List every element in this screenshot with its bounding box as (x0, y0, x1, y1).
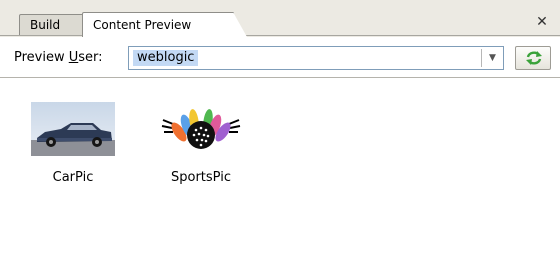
tab-content-preview[interactable]: Content Preview (82, 12, 247, 37)
content-preview-panel: Build Content Preview ✕ Preview User: we… (0, 0, 560, 280)
preview-user-label-pre: Preview (14, 50, 69, 65)
tab-strip: Build Content Preview ✕ (0, 0, 560, 38)
content-item-sportspic[interactable]: SportsPic (146, 102, 256, 185)
content-area: CarPic SportsPic (0, 78, 560, 280)
preview-user-value[interactable]: weblogic (133, 50, 199, 66)
close-icon[interactable]: ✕ (534, 14, 550, 30)
preview-user-label-mnemonic: U (68, 50, 79, 65)
tab-build[interactable]: Build (19, 14, 97, 36)
sportspic-label: SportsPic (171, 170, 231, 185)
content-item-carpic[interactable]: CarPic (18, 102, 128, 185)
preview-toolbar: Preview User: weblogic ▼ (0, 37, 560, 78)
refresh-icon (526, 51, 542, 65)
refresh-button[interactable] (515, 46, 551, 70)
chevron-down-icon[interactable]: ▼ (482, 47, 503, 69)
car-image (31, 102, 115, 156)
carpic-label: CarPic (52, 170, 94, 185)
tab-content-preview-label: Content Preview (93, 18, 192, 32)
tab-build-label: Build (30, 18, 61, 32)
sports-image (161, 109, 241, 149)
preview-user-label-post: ser: (78, 50, 103, 65)
preview-user-label: Preview User: (14, 50, 103, 65)
preview-user-combobox[interactable]: weblogic ▼ (128, 46, 504, 70)
